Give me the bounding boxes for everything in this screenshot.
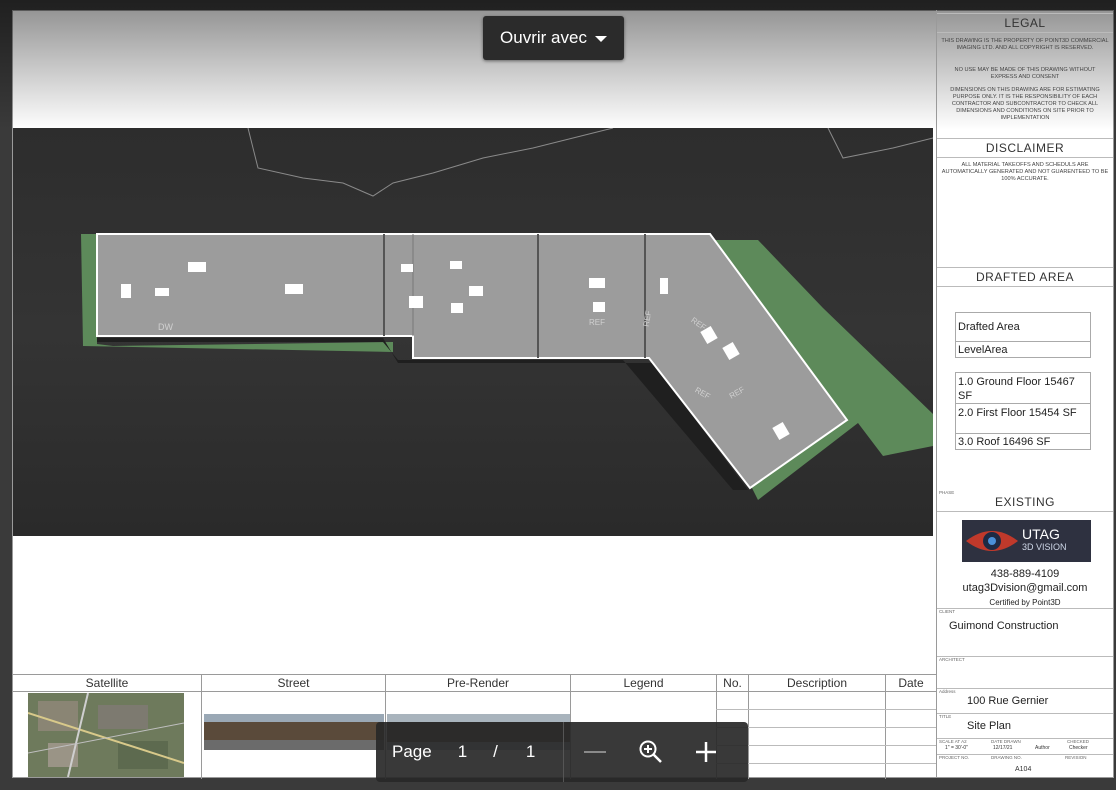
page-separator: / xyxy=(493,742,498,761)
checked-value: Checker xyxy=(1069,745,1088,751)
rooftop-unit xyxy=(409,296,423,308)
revision-date-heading: Date xyxy=(886,675,936,692)
logo-text-main: UTAG xyxy=(1022,526,1060,542)
email-address: utag3Dvision@gmail.com xyxy=(962,582,1088,594)
zoom-out-icon[interactable] xyxy=(584,751,607,753)
eye-logo-icon xyxy=(966,531,1018,551)
street-heading: Street xyxy=(202,675,385,692)
level-area: 16496 SF xyxy=(1002,436,1051,448)
certified-text: Certified by Point3D xyxy=(989,598,1061,607)
caret-down-icon xyxy=(594,36,607,42)
scale-value: 1" = 30'-0" xyxy=(945,745,968,751)
rooftop-unit xyxy=(285,284,303,294)
level-area: 15454 SF xyxy=(1028,407,1077,419)
street-thumbnail xyxy=(204,714,384,750)
legal-text-2: NO USE MAY BE MADE OF THIS DRAWING WITHO… xyxy=(954,67,1096,80)
drawing-label: DRAWING NO. xyxy=(991,755,1022,760)
rooftop-unit xyxy=(155,288,169,296)
rooftop-unit xyxy=(660,278,668,294)
revision-no-heading: No. xyxy=(717,675,748,692)
satellite-thumbnail xyxy=(28,693,184,777)
drafted-area-row: 1.0 Ground Floor 15467 SF xyxy=(955,372,1091,404)
address-label: Address xyxy=(939,689,956,694)
open-with-label: Ouvrir avec xyxy=(500,28,587,47)
open-with-button[interactable]: Ouvrir avec xyxy=(483,16,624,60)
title-value: Site Plan xyxy=(967,720,1012,732)
drafted-area-col-subheader: LevelArea xyxy=(955,342,1091,358)
pdf-pager: Page 1 / 1 xyxy=(376,722,748,782)
current-page[interactable]: 1 xyxy=(458,742,467,762)
disclaimer-text: ALL MATERIAL TAKEOFFS AND SCHEDULS ARE A… xyxy=(941,162,1109,182)
zoom-icon[interactable] xyxy=(638,739,664,765)
drawing-value: A104 xyxy=(1015,766,1032,773)
title-block: LEGAL THIS DRAWING IS THE PROPERTY OF PO… xyxy=(936,10,1113,778)
page-label: Page xyxy=(392,742,432,761)
rooftop-unit xyxy=(401,264,413,272)
drafted-area-table: Drafted Area LevelArea 1.0 Ground Floor … xyxy=(955,312,1091,450)
roof-label: DW xyxy=(158,322,173,332)
revision-description-heading: Description xyxy=(749,675,885,692)
revision-label: REVISION xyxy=(1065,755,1087,760)
level-name: 1.0 Ground Floor xyxy=(958,376,1042,388)
roof-label: REF xyxy=(589,318,605,327)
legal-heading: LEGAL xyxy=(937,13,1113,33)
phone-number: 438-889-4109 xyxy=(990,568,1060,580)
drafted-area-col-header: Drafted Area xyxy=(955,312,1091,342)
date-value: 12/17/21 xyxy=(993,745,1013,751)
client-label: CLIENT xyxy=(939,609,956,614)
satellite-cell: Satellite xyxy=(13,675,201,779)
project-label: PROJECT NO. xyxy=(939,755,970,760)
level-name: 2.0 First Floor xyxy=(958,407,1026,419)
legal-text-1: THIS DRAWING IS THE PROPERTY OF POINT3D … xyxy=(941,38,1109,51)
site-plan-svg: DW REF REF REF REF REF xyxy=(13,128,933,536)
rooftop-unit xyxy=(589,278,605,288)
drawn-value: Author xyxy=(1035,745,1050,751)
phase-value: EXISTING xyxy=(937,493,1113,512)
street-cell: Street xyxy=(201,675,385,779)
drafted-area-row: 2.0 First Floor 15454 SF xyxy=(955,404,1091,434)
level-name: 3.0 Roof xyxy=(958,436,1000,448)
drafted-area-heading: DRAFTED AREA xyxy=(937,267,1113,287)
zoom-in-icon[interactable] xyxy=(694,740,718,764)
disclaimer-heading: DISCLAIMER xyxy=(937,138,1113,158)
address-value: 100 Rue Gernier xyxy=(967,695,1049,707)
client-value: Guimond Construction xyxy=(949,620,1059,632)
rooftop-unit xyxy=(469,286,483,296)
drafted-area-row: 3.0 Roof 16496 SF xyxy=(955,434,1091,450)
date-label: DATE DRAWN xyxy=(991,739,1021,744)
rooftop-unit xyxy=(450,261,462,269)
utag-logo: UTAG 3D VISION xyxy=(962,520,1091,562)
architect-label: ARCHITECT xyxy=(939,657,965,662)
satellite-heading: Satellite xyxy=(13,675,201,692)
rooftop-unit xyxy=(451,303,463,313)
title-label: TITLE xyxy=(939,714,952,719)
rooftop-unit xyxy=(121,284,131,298)
rooftop-unit xyxy=(593,302,605,312)
rooftop-unit xyxy=(188,262,206,272)
checked-label: CHECKED xyxy=(1067,739,1090,744)
site-plan-render: DW REF REF REF REF REF xyxy=(13,128,933,536)
scale-label: SCALE AT A2 xyxy=(939,739,967,744)
logo-text-sub: 3D VISION xyxy=(1022,542,1067,552)
prerender-heading: Pre-Render xyxy=(386,675,570,692)
legal-text-3: DIMENSIONS ON THIS DRAWING ARE FOR ESTIM… xyxy=(950,87,1100,121)
legend-heading: Legend xyxy=(571,675,716,692)
total-pages: 1 xyxy=(525,742,536,761)
